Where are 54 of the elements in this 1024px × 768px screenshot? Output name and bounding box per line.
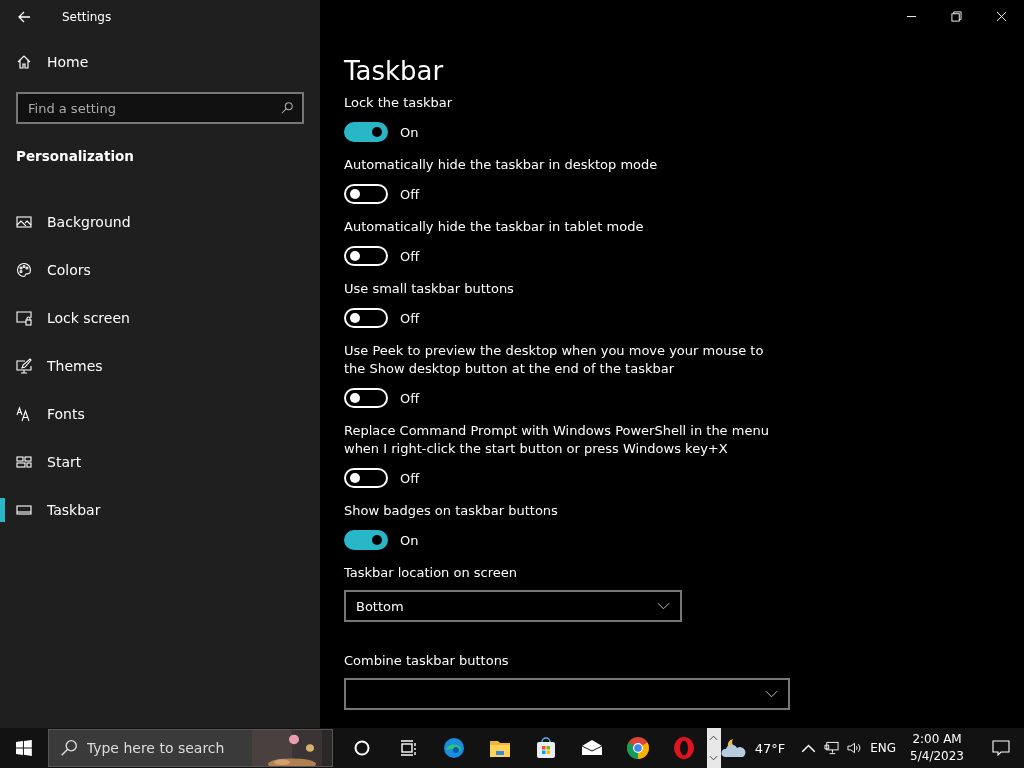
sidebar-item[interactable]: Taskbar: [0, 486, 320, 534]
lock-screen-icon: [16, 310, 32, 326]
setting-label: Lock the taskbar: [344, 94, 454, 112]
weather-temperature[interactable]: 47°F: [754, 740, 786, 756]
setting-label: Automatically hide the taskbar in tablet mode: [344, 218, 645, 236]
setting-label: Use small taskbar buttons: [344, 280, 515, 298]
section-heading: Personalization: [15, 147, 135, 164]
setting-label: Automatically hide the taskbar in desktop mode: [344, 156, 659, 174]
setting-label: Show badges on taskbar buttons: [344, 502, 559, 520]
chevron-down-icon: [657, 602, 670, 610]
taskbar-scroll-buttons[interactable]: [706, 728, 721, 768]
volume-icon[interactable]: [847, 741, 863, 755]
language-indicator[interactable]: ENG: [870, 741, 897, 755]
sidebar-item[interactable]: Start: [0, 438, 320, 486]
page-title: Taskbar: [344, 56, 445, 86]
toggle-state: Off: [400, 470, 420, 486]
setting-label: Combine taskbar buttons: [344, 652, 510, 670]
image-icon: [16, 214, 32, 230]
toggle-switch[interactable]: [344, 122, 388, 142]
setting-label: Taskbar location on screen: [344, 564, 518, 582]
search-field[interactable]: Find a setting: [16, 92, 304, 124]
search-icon: [280, 101, 294, 115]
dropdown[interactable]: [344, 678, 790, 710]
sidebar-item[interactable]: Themes: [0, 342, 320, 390]
sidebar-item[interactable]: Fonts: [0, 390, 320, 438]
home-link[interactable]: Home: [0, 38, 320, 86]
moon-cloud-icon[interactable]: [720, 736, 747, 760]
taskbar-icon: [16, 502, 32, 518]
sidebar-item[interactable]: Background: [0, 198, 320, 246]
pen-monitor-icon: [16, 358, 32, 374]
window-title: Settings: [62, 10, 112, 24]
toggle-state: Off: [400, 390, 420, 406]
chevron-up-icon[interactable]: [801, 741, 817, 755]
dropdown[interactable]: Bottom: [344, 590, 682, 622]
setting-label: Replace Command Prompt with Windows PowerShell in the menu when I right-click the start button or press Windows key+X: [344, 422, 770, 458]
home-icon: [16, 54, 32, 70]
toggle-state: On: [400, 124, 419, 140]
tiles-icon: [16, 454, 32, 470]
toggle-state: Off: [400, 186, 420, 202]
chevron-down-icon: [765, 690, 778, 698]
toggle-state: Off: [400, 310, 420, 326]
chevron-down-icon[interactable]: [709, 755, 719, 761]
network-icon[interactable]: [824, 741, 840, 755]
sidebar-item[interactable]: Colors: [0, 246, 320, 294]
letters-icon: [16, 406, 32, 422]
toggle-switch[interactable]: [344, 530, 388, 550]
sidebar-item[interactable]: Lock screen: [0, 294, 320, 342]
toggle-state: On: [400, 532, 419, 548]
setting-label: Use Peek to preview the desktop when you move your mouse to the Show desktop button at the end of the taskbar: [344, 342, 765, 378]
clock[interactable]: 2:00 AM 5/4/2023: [904, 731, 970, 765]
toggle-state: Off: [400, 248, 420, 264]
back-icon[interactable]: [16, 9, 32, 25]
search-icon: [59, 739, 78, 757]
palette-icon: [16, 262, 32, 278]
